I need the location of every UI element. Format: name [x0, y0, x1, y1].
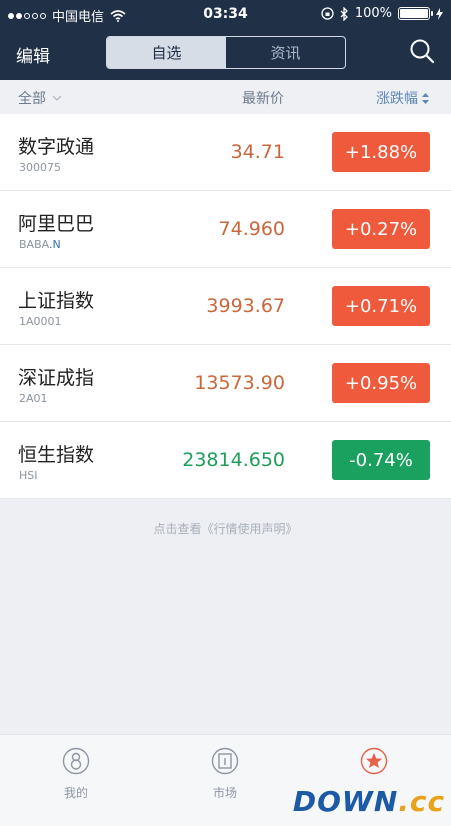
tab-news[interactable]: 资讯 [226, 37, 345, 68]
bluetooth-icon [340, 6, 348, 21]
sort-icon [422, 92, 429, 104]
battery-icon [398, 7, 433, 20]
user-icon [62, 747, 90, 775]
stock-price: 3993.67 [206, 295, 285, 317]
stock-code: BABA.N [19, 238, 61, 251]
tab-market-label: 市场 [212, 786, 237, 800]
nav-bar: 编辑 自选 资讯 [0, 30, 451, 74]
stock-name: 恒生指数 [18, 444, 95, 466]
stock-name: 阿里巴巴 [18, 213, 95, 235]
change-badge[interactable]: -0.74% [332, 440, 430, 480]
price-column-header: 最新价 [242, 91, 284, 107]
stock-list: 数字政通 300075 34.71 +1.88% 阿里巴巴 BABA.N 74.… [0, 114, 451, 499]
stock-price: 74.960 [218, 218, 285, 240]
stock-name: 数字政通 [18, 136, 95, 158]
search-icon[interactable] [409, 38, 435, 64]
tab-featured[interactable] [334, 747, 414, 784]
change-sort-button[interactable]: 涨跌幅 [376, 88, 429, 108]
change-badge[interactable]: +0.71% [332, 286, 430, 326]
chevron-down-icon [52, 95, 62, 101]
stock-row[interactable]: 上证指数 1A0001 3993.67 +0.71% [0, 268, 451, 345]
stock-price: 23814.650 [182, 449, 285, 471]
change-column-header: 涨跌幅 [376, 91, 418, 107]
stock-code: HSI [19, 469, 38, 482]
charging-icon [436, 7, 443, 20]
edit-button[interactable]: 编辑 [16, 42, 50, 67]
stock-row[interactable]: 深证成指 2A01 13573.90 +0.95% [0, 345, 451, 422]
stock-name: 深证成指 [18, 367, 95, 389]
stock-name: 上证指数 [18, 290, 95, 312]
filter-all-dropdown[interactable]: 全部 [18, 88, 62, 108]
filter-all-label: 全部 [18, 91, 46, 107]
tab-mine-label: 我的 [63, 786, 88, 800]
stock-row[interactable]: 数字政通 300075 34.71 +1.88% [0, 114, 451, 191]
star-badge-icon [360, 747, 388, 775]
change-badge[interactable]: +0.27% [332, 209, 430, 249]
stock-code: 2A01 [19, 392, 48, 405]
tab-watchlist[interactable]: 自选 [107, 37, 226, 68]
stock-price: 34.71 [230, 141, 285, 163]
tab-mine[interactable]: 我的 [36, 747, 116, 801]
stock-row[interactable]: 阿里巴巴 BABA.N 74.960 +0.27% [0, 191, 451, 268]
segment-control: 自选 资讯 [106, 36, 346, 69]
stock-code: 1A0001 [19, 315, 62, 328]
rotation-lock-icon [321, 7, 334, 20]
watermark-logo: DOWN .cc [292, 784, 446, 818]
stock-price: 13573.90 [194, 372, 285, 394]
tab-market[interactable]: 市场 [185, 747, 265, 801]
top-bar: 中国电信 03:34 100% 编辑 自选 资讯 [0, 0, 451, 80]
market-icon [211, 747, 239, 775]
stock-row[interactable]: 恒生指数 HSI 23814.650 -0.74% [0, 422, 451, 499]
change-badge[interactable]: +0.95% [332, 363, 430, 403]
battery-percent: 100% [354, 6, 392, 21]
market-disclaimer-link[interactable]: 点击查看《行情使用声明》 [0, 520, 451, 537]
change-badge[interactable]: +1.88% [332, 132, 430, 172]
list-header: 全部 最新价 涨跌幅 [0, 80, 451, 114]
stock-code: 300075 [19, 161, 61, 174]
status-bar: 中国电信 03:34 100% [0, 0, 451, 28]
